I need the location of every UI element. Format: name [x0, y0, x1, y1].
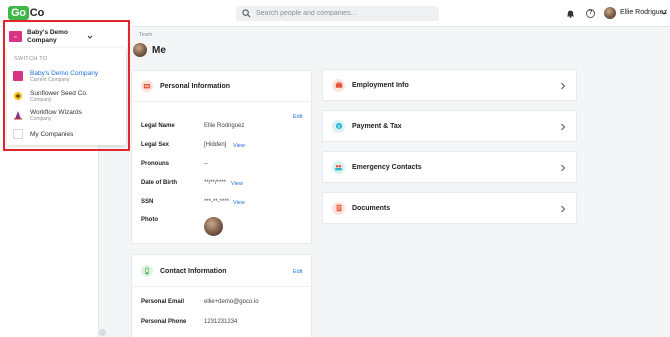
employment-info-card[interactable]: Employment Info	[322, 69, 577, 101]
highlight-outline	[3, 20, 130, 151]
help-icon[interactable]: ?	[586, 9, 595, 18]
view-ssn-link[interactable]: View	[233, 200, 245, 206]
phone-icon	[141, 265, 153, 277]
page-title: Me	[152, 45, 166, 56]
search-bar[interactable]	[236, 6, 439, 21]
sidebar-collapse-button[interactable]	[99, 329, 106, 336]
card-label: Payment & Tax	[352, 122, 402, 130]
money-icon: $	[332, 119, 345, 133]
card-header: Contact Information	[141, 265, 227, 277]
date-of-birth-value: **/**/****	[204, 180, 227, 186]
divider	[132, 101, 313, 102]
payment-tax-card[interactable]: $ Payment & Tax	[322, 110, 577, 142]
chevron-down-icon[interactable]	[661, 10, 667, 16]
chevron-right-icon	[561, 205, 566, 213]
legal-name-value: Ellie Rodriguez	[204, 123, 245, 129]
avatar	[133, 43, 147, 57]
chevron-right-icon	[561, 123, 566, 131]
card-label: Employment Info	[352, 81, 409, 89]
date-of-birth-label: Date of Birth	[141, 180, 177, 186]
view-dob-link[interactable]: View	[231, 181, 243, 187]
contact-information-card: Contact Information Edit Personal Email …	[131, 254, 313, 337]
chevron-right-icon	[561, 82, 566, 90]
personal-information-card: Personal Information Edit Legal Name Ell…	[131, 70, 313, 244]
briefcase-icon	[332, 78, 345, 92]
legal-sex-label: Legal Sex	[141, 142, 170, 148]
emergency-contacts-card[interactable]: Emergency Contacts	[322, 151, 577, 183]
logo-co: Co	[29, 7, 45, 19]
pronouns-label: Pronouns	[141, 161, 169, 167]
ssn-label: SSN	[141, 199, 154, 205]
personal-email-value: ellie+demo@goco.io	[204, 299, 259, 305]
legal-name-label: Legal Name	[141, 123, 175, 129]
avatar[interactable]	[604, 7, 616, 19]
goco-logo[interactable]: Go Co	[8, 5, 44, 21]
profile-photo[interactable]	[204, 217, 223, 236]
personal-phone-label: Personal Phone	[141, 319, 187, 325]
edit-contact-button[interactable]: Edit	[293, 269, 302, 275]
legal-sex-value: [Hidden]	[204, 142, 227, 148]
card-header: Personal Information	[141, 80, 230, 92]
edit-personal-button[interactable]: Edit	[293, 114, 302, 120]
search-icon	[242, 9, 251, 18]
card-title: Contact Information	[160, 267, 227, 275]
personal-email-label: Personal Email	[141, 299, 185, 305]
divider	[132, 286, 313, 287]
photo-label: Photo	[141, 217, 158, 223]
chevron-right-icon	[561, 164, 566, 172]
view-legal-sex-link[interactable]: View	[233, 143, 245, 149]
pronouns-value: --	[204, 161, 208, 167]
card-label: Documents	[352, 204, 391, 212]
documents-card[interactable]: Documents	[322, 192, 577, 224]
document-icon	[332, 201, 345, 215]
search-input[interactable]	[256, 10, 436, 17]
breadcrumb[interactable]: Team	[139, 32, 152, 38]
id-card-icon	[141, 80, 153, 92]
ssn-value: ***-**-****	[204, 199, 230, 205]
logo-go: Go	[8, 6, 29, 20]
personal-phone-value: 1231231234	[204, 319, 238, 325]
people-icon	[332, 160, 345, 174]
bell-icon[interactable]	[566, 9, 575, 18]
card-title: Personal Information	[160, 82, 231, 90]
card-label: Emergency Contacts	[352, 163, 422, 171]
